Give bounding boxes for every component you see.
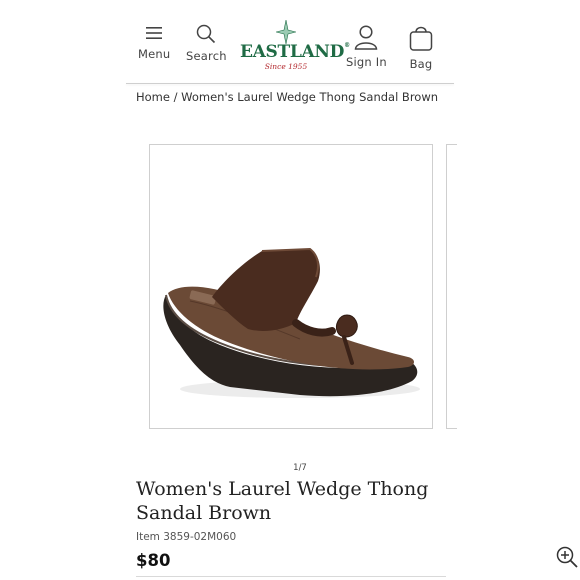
logo-wordmark: EASTLAND [240, 42, 345, 62]
bag-label: Bag [409, 57, 433, 71]
bag-button[interactable]: Bag [408, 24, 434, 71]
sign-in-label: Sign In [346, 55, 387, 69]
item-number: Item 3859-02M060 [136, 531, 237, 543]
hamburger-menu-icon [146, 27, 163, 39]
user-icon [355, 25, 378, 50]
menu-label: Menu [138, 47, 171, 61]
product-price: $80 [136, 551, 171, 570]
breadcrumb: Home / Women's Laurel Wedge Thong Sandal… [136, 90, 438, 104]
compass-star-icon [276, 20, 296, 44]
site-header: Menu Search EASTLAND® Since 1955 Sign In… [126, 16, 454, 86]
logo-tagline: Since 1955 [264, 62, 308, 71]
section-divider [136, 576, 446, 577]
header-divider [126, 83, 454, 84]
next-image-peek[interactable] [446, 144, 457, 429]
menu-button[interactable]: Menu [138, 24, 170, 61]
product-image-frame[interactable] [149, 144, 578, 568]
zoom-in-icon[interactable] [555, 545, 579, 569]
image-counter: 1/7 [293, 463, 307, 473]
breadcrumb-current: Women's Laurel Wedge Thong Sandal Brown [181, 90, 439, 104]
search-button[interactable]: Search [186, 24, 227, 63]
search-label: Search [186, 49, 227, 63]
sign-in-button[interactable]: Sign In [346, 24, 387, 69]
breadcrumb-separator: / [173, 90, 178, 104]
sandal-image [163, 247, 420, 398]
shopping-bag-icon [409, 26, 433, 51]
product-title: Women's Laurel Wedge Thong Sandal Brown [136, 478, 429, 524]
search-icon [197, 24, 216, 44]
breadcrumb-home-link[interactable]: Home [136, 90, 170, 104]
eastland-logo[interactable]: EASTLAND® Since 1955 [240, 20, 350, 78]
